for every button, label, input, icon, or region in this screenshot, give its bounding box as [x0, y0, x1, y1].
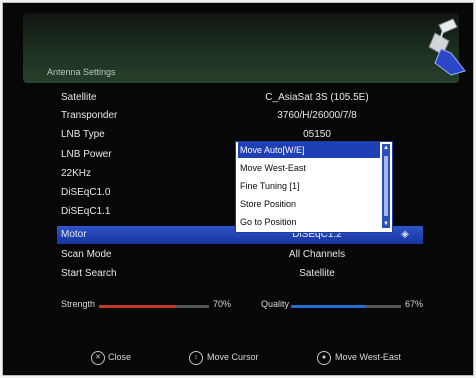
scroll-thumb[interactable]	[384, 156, 388, 216]
arrow-keys-icon: ↕	[189, 351, 203, 365]
quality-label: Quality	[261, 299, 290, 309]
dropdown-item-fine-tuning[interactable]: Fine Tuning [1]	[238, 178, 380, 194]
motor-dropdown[interactable]: Move Auto[W/E] Move West-East Fine Tunin…	[235, 141, 393, 233]
dropdown-item-move-auto[interactable]: Move Auto[W/E]	[238, 142, 380, 158]
page-title: Antenna Settings	[47, 67, 116, 77]
tv-screen: Antenna Settings Satellite C_AsiaSat 3S …	[2, 2, 474, 376]
setting-label: Scan Mode	[61, 249, 112, 260]
dropdown-item-go-to-position[interactable]: Go to Position	[238, 214, 380, 230]
satellite-icon	[428, 18, 466, 76]
setting-label: Motor	[61, 229, 87, 240]
setting-row-satellite[interactable]: Satellite C_AsiaSat 3S (105.5E)	[61, 89, 441, 107]
scroll-up-icon[interactable]: ▲	[382, 144, 390, 152]
setting-label: DiSEqC1.1	[61, 206, 111, 217]
setting-label: Start Search	[61, 268, 117, 279]
setting-value: C_AsiaSat 3S (105.5E)	[265, 92, 369, 103]
strength-label: Strength	[61, 299, 96, 309]
strength-meter	[99, 305, 209, 308]
ok-key-icon: ●	[317, 351, 331, 365]
setting-value: Satellite	[299, 268, 335, 279]
setting-value: 05150	[303, 129, 331, 140]
setting-row-scan-mode[interactable]: Scan Mode All Channels	[61, 246, 441, 264]
setting-row-transponder[interactable]: Transponder 3760/H/26000/7/8	[61, 107, 441, 125]
quality-meter	[291, 305, 401, 308]
strength-value: 70%	[213, 299, 232, 309]
setting-value: All Channels	[288, 249, 346, 260]
setting-label: LNB Type	[61, 129, 105, 140]
quality-value: 67%	[405, 299, 424, 309]
scroll-down-icon[interactable]: ▼	[382, 220, 390, 228]
setting-label: DiSEqC1.0	[61, 187, 111, 198]
setting-row-start-search[interactable]: Start Search Satellite	[61, 265, 441, 283]
close-hint: Close	[108, 352, 132, 362]
setting-label: Transponder	[61, 110, 118, 121]
move-west-east-hint: Move West-East	[335, 352, 401, 362]
option-icon[interactable]: ◈	[399, 229, 411, 241]
dropdown-scrollbar[interactable]: ▲ ▼	[382, 144, 390, 228]
strength-meter-fill	[99, 305, 176, 308]
setting-label: Satellite	[61, 92, 97, 103]
move-cursor-hint: Move Cursor	[207, 352, 259, 362]
setting-label: 22KHz	[61, 168, 92, 179]
dropdown-item-move-west-east[interactable]: Move West-East	[238, 160, 380, 176]
quality-meter-fill	[291, 305, 365, 308]
exit-key-icon: ✕	[91, 351, 105, 365]
setting-label: LNB Power	[61, 149, 112, 160]
setting-value: 3760/H/26000/7/8	[277, 110, 357, 121]
dropdown-item-store-position[interactable]: Store Position	[238, 196, 380, 212]
